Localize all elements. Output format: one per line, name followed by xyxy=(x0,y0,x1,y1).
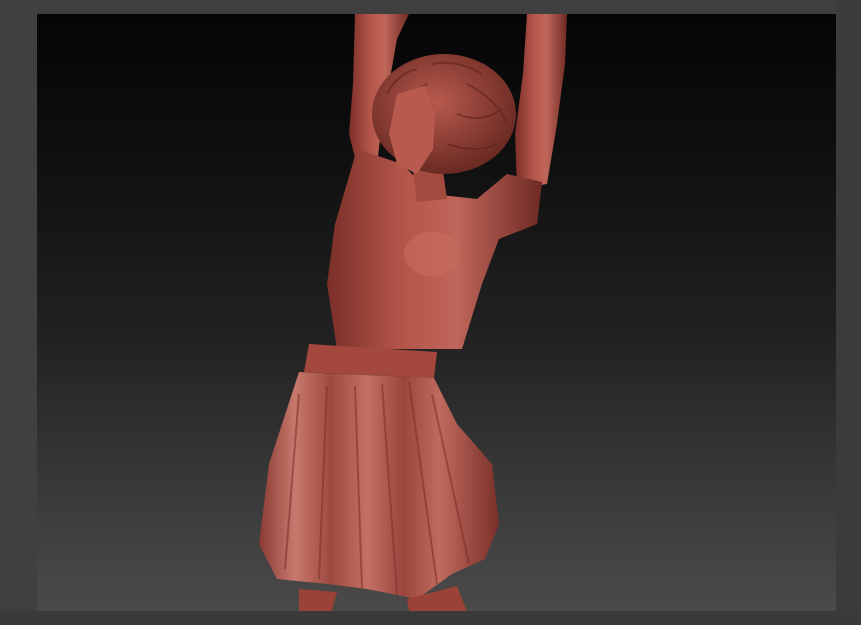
left-frame xyxy=(0,0,37,625)
right-arm xyxy=(515,14,567,189)
top-frame xyxy=(0,0,861,14)
bottom-frame xyxy=(0,611,861,625)
legs xyxy=(299,589,337,611)
right-frame xyxy=(836,0,861,625)
chest-highlight xyxy=(404,232,460,276)
sculpt-model[interactable] xyxy=(37,14,836,611)
3d-viewport[interactable] xyxy=(37,14,836,611)
skirt-waistband xyxy=(304,344,437,378)
sculpt-app-window xyxy=(0,0,861,625)
skirt xyxy=(259,372,499,599)
